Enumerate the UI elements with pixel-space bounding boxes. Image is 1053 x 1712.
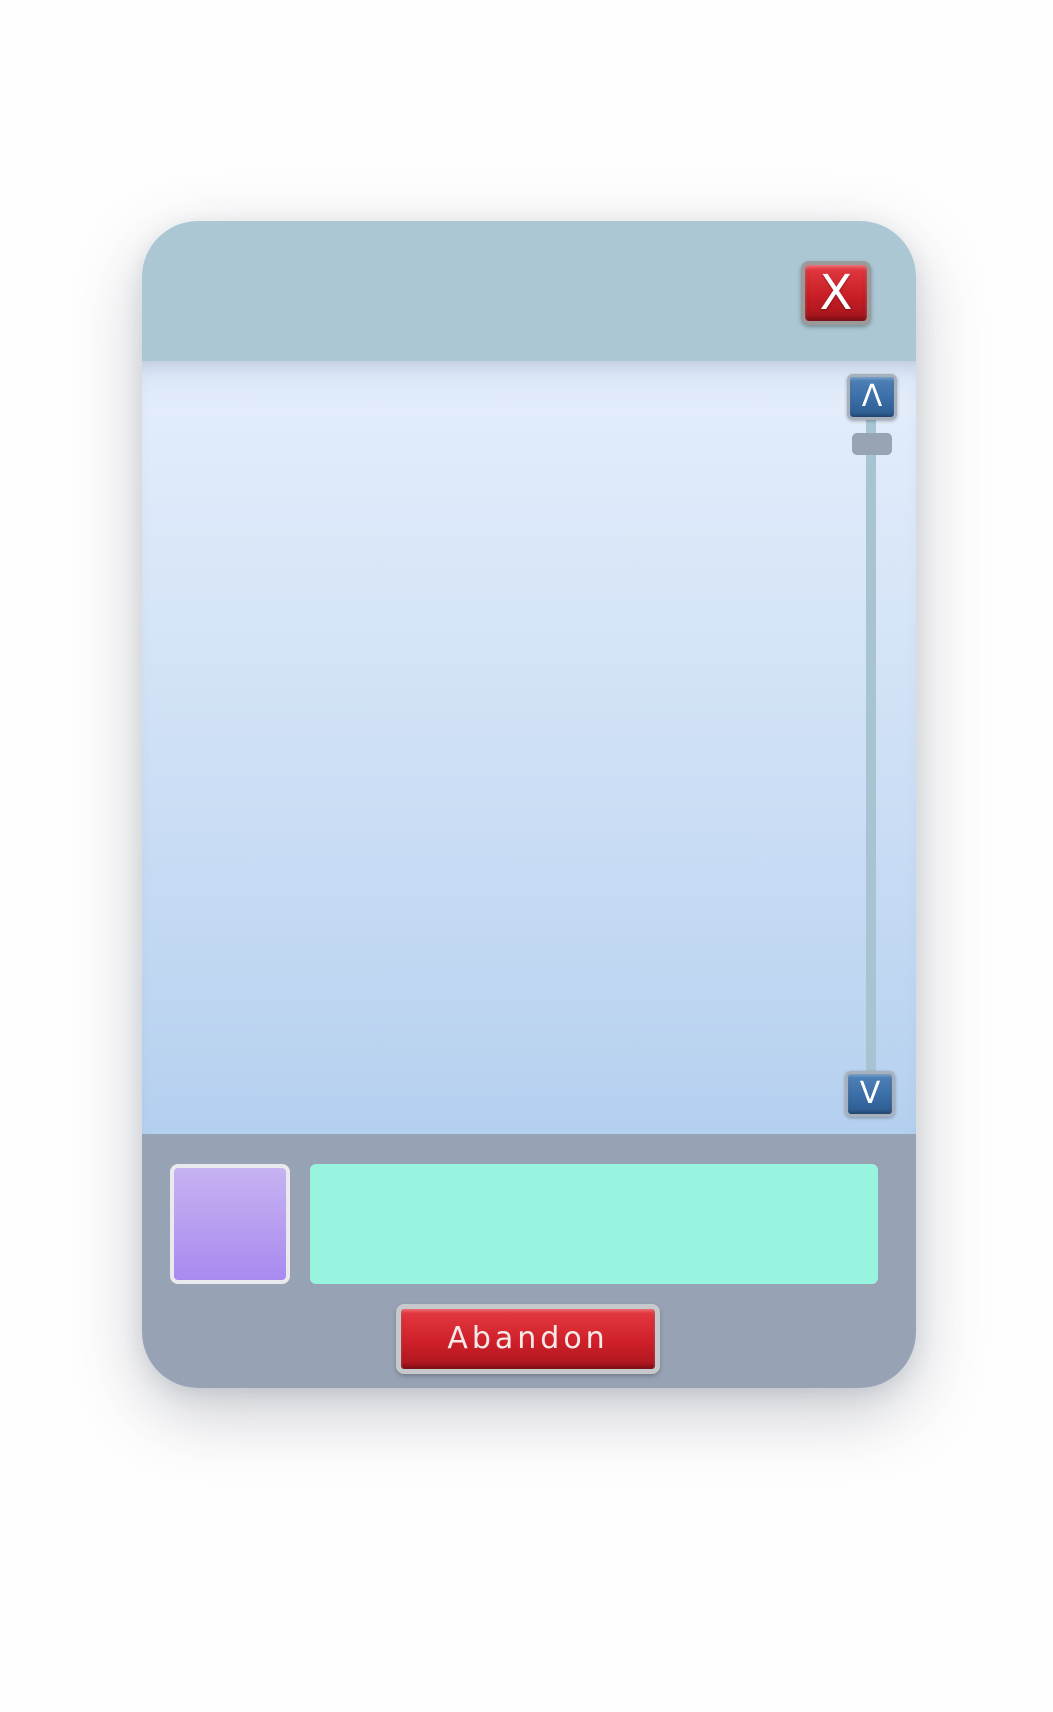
dialog-window: X Λ V Abandon <box>142 221 916 1388</box>
chevron-down-icon: V <box>859 1076 881 1111</box>
close-button[interactable]: X <box>801 261 871 325</box>
chevron-up-icon: Λ <box>861 379 883 414</box>
close-icon: X <box>819 265 853 321</box>
abandon-button-label: Abandon <box>447 1321 609 1356</box>
scrollbar-thumb[interactable] <box>852 433 892 455</box>
scroll-up-button[interactable]: Λ <box>847 374 897 420</box>
scrollbar-track[interactable] <box>866 401 876 1081</box>
title-bar: X <box>142 221 916 361</box>
color-swatch[interactable] <box>170 1164 290 1284</box>
scroll-down-button[interactable]: V <box>845 1071 895 1117</box>
message-input[interactable] <box>310 1164 878 1284</box>
content-area[interactable]: Λ V <box>142 361 916 1134</box>
footer-panel: Abandon <box>142 1134 916 1388</box>
abandon-button[interactable]: Abandon <box>396 1304 660 1374</box>
